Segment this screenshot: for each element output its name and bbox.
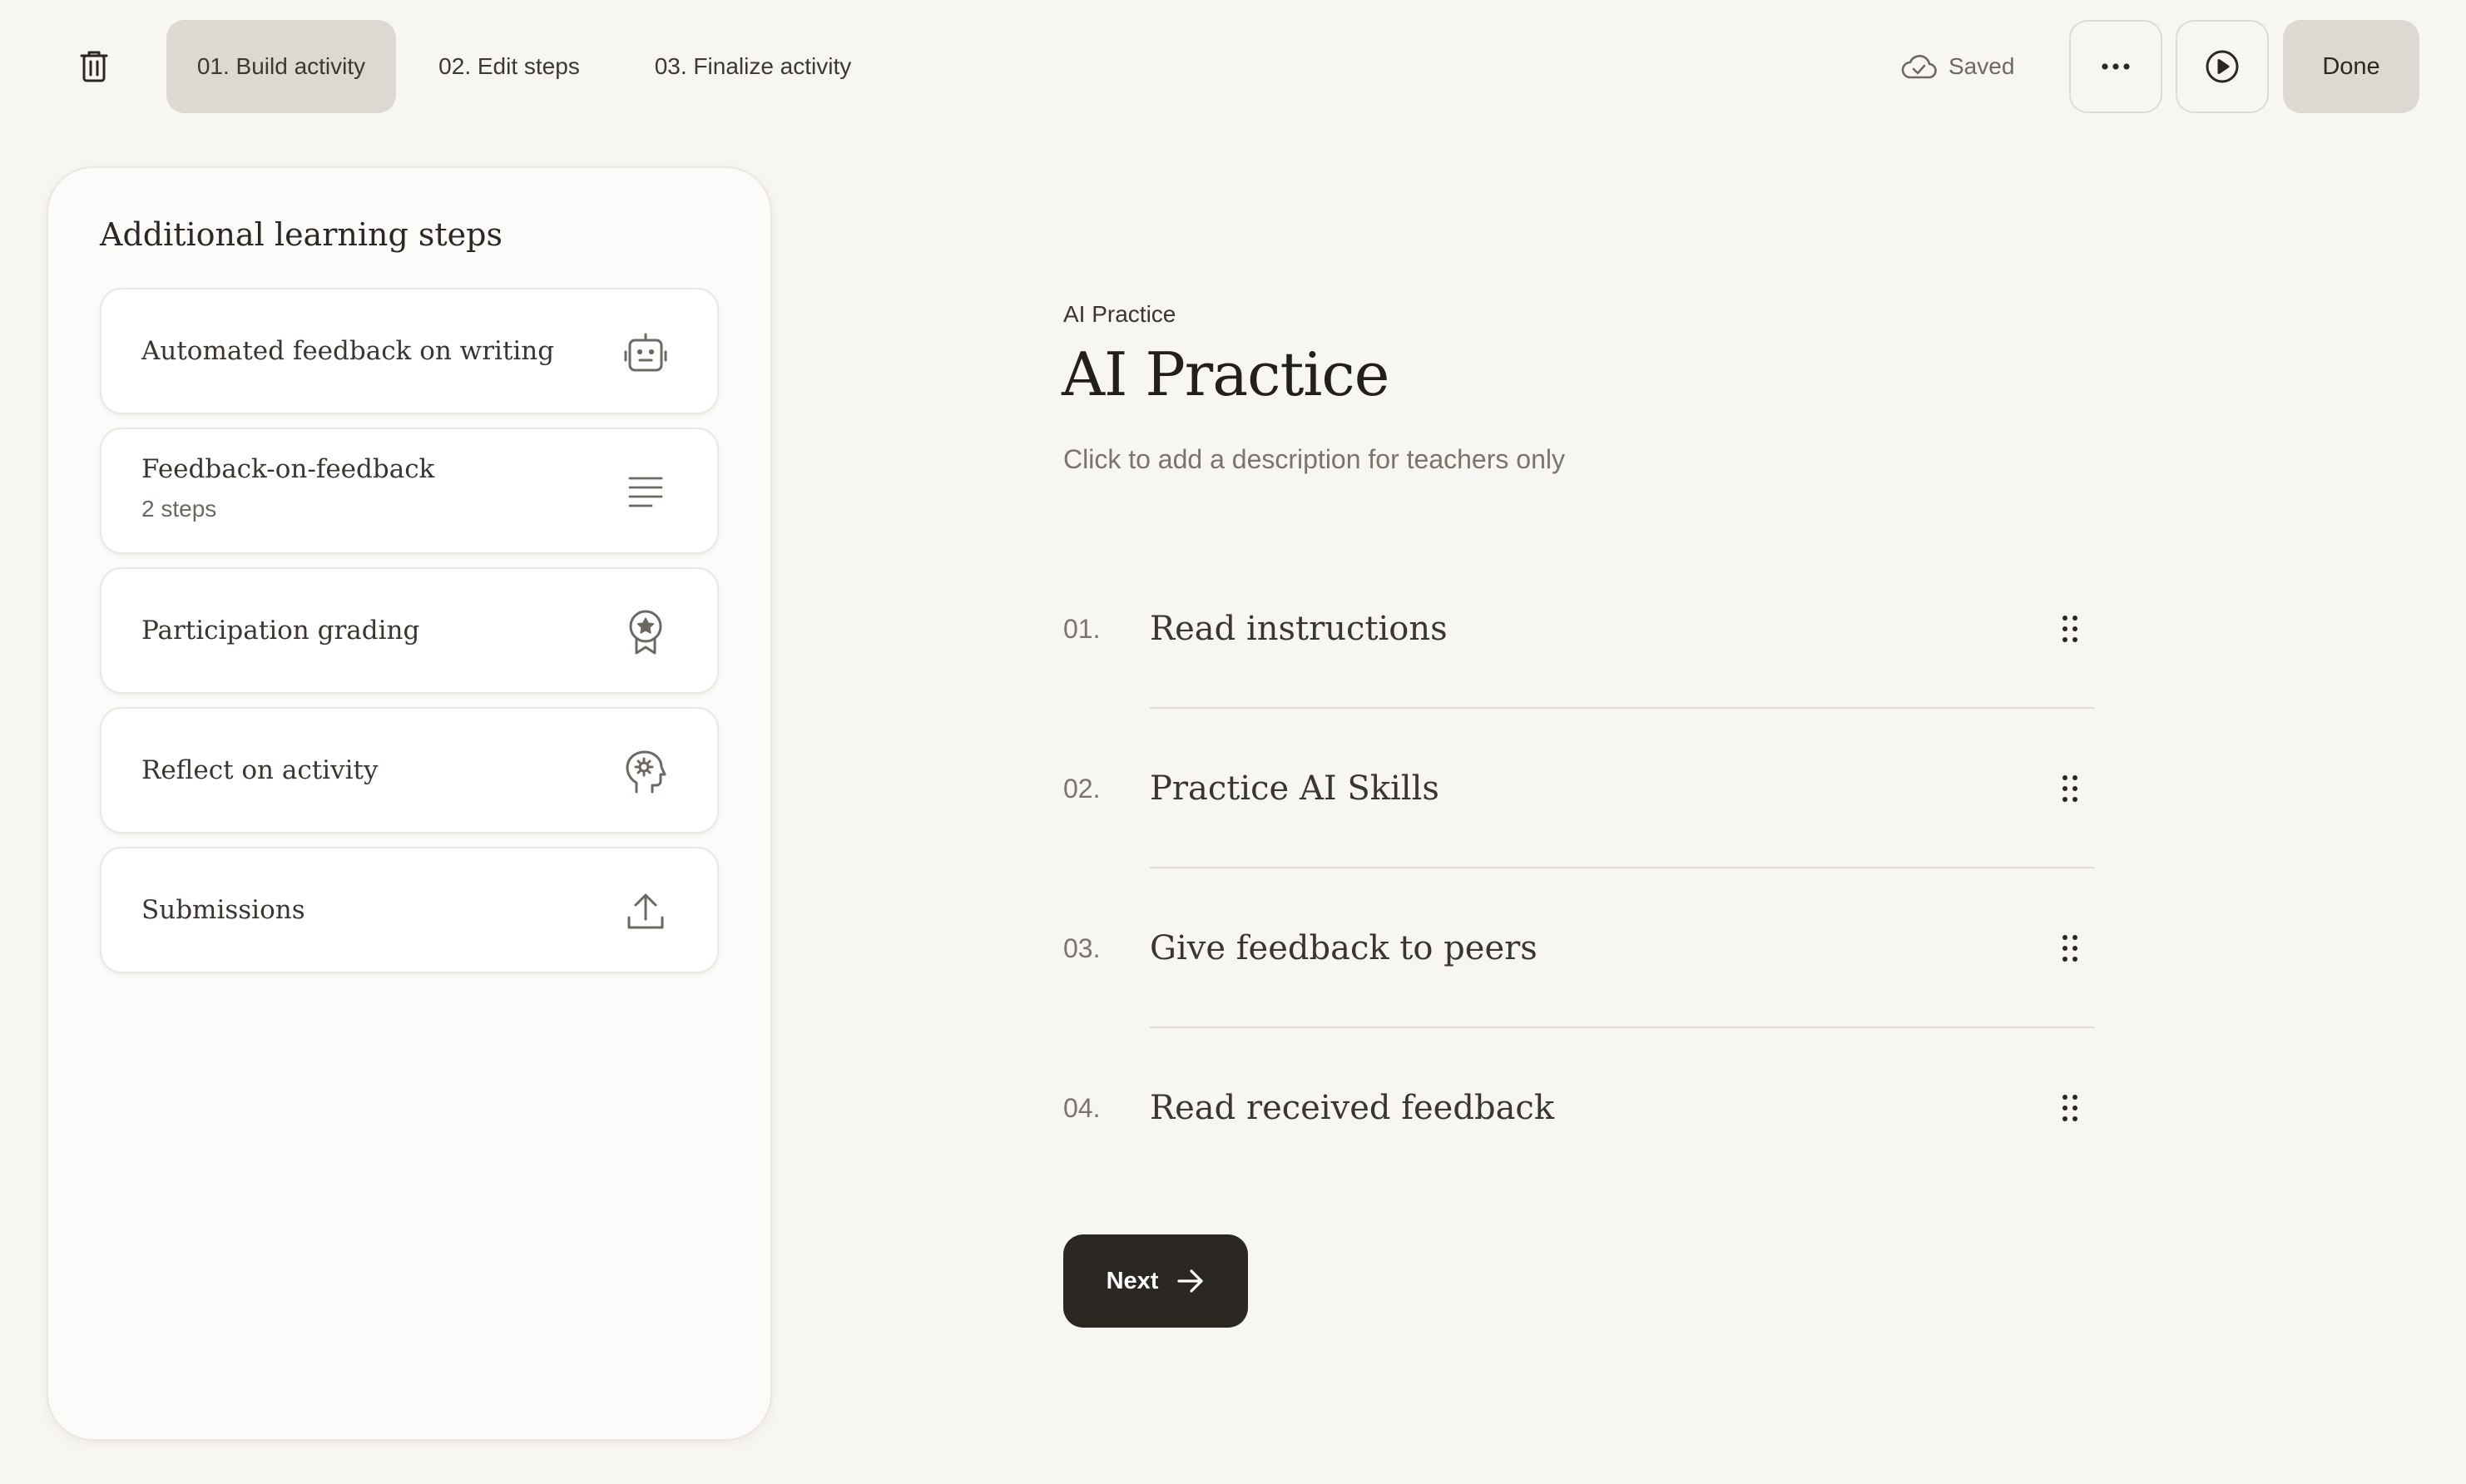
tab-finalize-activity[interactable]: 03. Finalize activity [622, 20, 884, 113]
award-badge-icon [621, 607, 671, 657]
text-lines-icon [621, 467, 671, 517]
step-name: Read received feedback [1150, 1089, 1555, 1127]
activity-type-label: AI Practice [1063, 301, 1176, 327]
sidebar-item-label: Participation grading [141, 616, 420, 646]
step-number: 04. [1063, 1092, 1101, 1123]
sidebar-item-participation-grading[interactable]: Participation grading [100, 567, 719, 694]
step-number: 01. [1063, 613, 1101, 644]
drag-handle-icon[interactable] [2045, 1083, 2095, 1133]
sidebar-item-label: Feedback-on-feedback [141, 454, 435, 484]
next-button[interactable]: Next [1063, 1234, 1248, 1328]
tab-build-activity[interactable]: 01. Build activity [166, 20, 396, 113]
description-field[interactable]: Click to add a description for teachers … [1063, 444, 1565, 475]
delete-activity-button[interactable] [65, 42, 123, 92]
robot-icon [621, 328, 671, 378]
sidebar-item-sublabel: 2 steps [141, 496, 217, 522]
more-horizontal-icon [2102, 63, 2130, 70]
drag-handle-icon[interactable] [2045, 764, 2095, 814]
activity-step-row[interactable]: 01. Read instructions [1063, 549, 2095, 709]
preview-button[interactable] [2176, 20, 2269, 113]
sidebar-item-automated-feedback[interactable]: Automated feedback on writing [100, 288, 719, 414]
activity-step-row[interactable]: 04. Read received feedback [1063, 1028, 2095, 1188]
arrow-right-icon [1177, 1269, 1204, 1293]
sidebar-item-label: Automated feedback on writing [141, 336, 555, 366]
sidebar-item-feedback-on-feedback[interactable]: Feedback-on-feedback 2 steps [100, 428, 719, 554]
additional-steps-panel: Additional learning steps Automated feed… [47, 166, 772, 1441]
play-circle-icon [2206, 50, 2239, 83]
drag-handle-icon[interactable] [2045, 923, 2095, 973]
step-name: Read instructions [1150, 610, 1448, 648]
done-button[interactable]: Done [2283, 20, 2419, 113]
top-bar: 01. Build activity 02. Edit steps 03. Fi… [0, 0, 2466, 133]
step-number: 02. [1063, 773, 1101, 804]
sidebar-item-submissions[interactable]: Submissions [100, 847, 719, 973]
tab-edit-steps[interactable]: 02. Edit steps [408, 20, 611, 113]
next-button-label: Next [1106, 1267, 1159, 1294]
saved-label: Saved [1949, 53, 2015, 79]
upload-icon [621, 887, 671, 937]
step-name: Practice AI Skills [1150, 769, 1439, 808]
activity-step-row[interactable]: 02. Practice AI Skills [1063, 709, 2095, 868]
trash-icon [80, 51, 108, 82]
head-gear-icon [621, 747, 671, 797]
activity-step-row[interactable]: 03. Give feedback to peers [1063, 868, 2095, 1028]
sidebar-item-label: Reflect on activity [141, 755, 379, 785]
sidebar-item-reflect-on-activity[interactable]: Reflect on activity [100, 707, 719, 834]
drag-handle-icon[interactable] [2045, 604, 2095, 654]
cloud-check-icon [1901, 54, 1937, 79]
save-status: Saved [1900, 42, 2014, 92]
sidebar-item-label: Submissions [141, 895, 305, 925]
page-title[interactable]: AI Practice [1062, 339, 1389, 409]
step-number: 03. [1063, 932, 1101, 963]
panel-title: Additional learning steps [100, 216, 503, 253]
step-name: Give feedback to peers [1150, 929, 1538, 967]
more-options-button[interactable] [2069, 20, 2162, 113]
